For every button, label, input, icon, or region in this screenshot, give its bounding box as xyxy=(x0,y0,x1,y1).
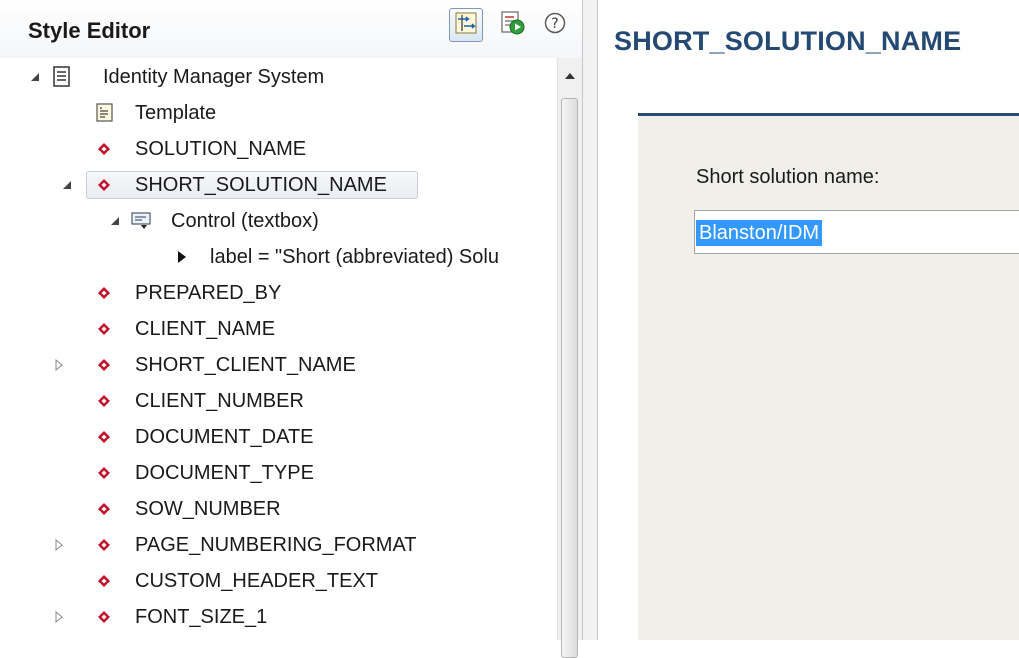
tree-item-sow-number[interactable]: SOW_NUMBER xyxy=(0,492,557,526)
diamond-icon xyxy=(92,456,116,490)
tree-item-prepared-by[interactable]: PREPARED_BY xyxy=(0,276,557,310)
tree-item-label-property[interactable]: label = "Short (abbreviated) Solu xyxy=(0,240,557,274)
link-with-editor-icon xyxy=(454,11,478,40)
diamond-icon xyxy=(92,132,116,166)
diamond-icon xyxy=(92,600,116,634)
tree-item-client-number[interactable]: CLIENT_NUMBER xyxy=(0,384,557,418)
style-editor-pane: Style Editor ? Identity Manager System T… xyxy=(0,0,582,658)
tree-item-label: DOCUMENT_DATE xyxy=(135,426,314,448)
scroll-up-arrow-icon[interactable] xyxy=(558,62,582,90)
form-title: SHORT_SOLUTION_NAME xyxy=(614,26,962,56)
svg-text:?: ? xyxy=(551,16,558,32)
tree-item-label: PAGE_NUMBERING_FORMAT xyxy=(135,534,417,556)
tree-item-label: FONT_SIZE_1 xyxy=(135,606,268,628)
diamond-icon xyxy=(92,492,116,526)
collapsed-triangle-icon[interactable] xyxy=(52,600,66,634)
help-button[interactable]: ? xyxy=(538,8,572,42)
selected-input-text: Blanston/IDM xyxy=(696,220,823,246)
tree-item-short-client-name[interactable]: SHORT_CLIENT_NAME xyxy=(0,348,557,382)
collapsed-triangle-icon[interactable] xyxy=(175,240,189,274)
tree-item-control-textbox[interactable]: Control (textbox) xyxy=(0,204,557,238)
tree-item-short-solution-name[interactable]: SHORT_SOLUTION_NAME xyxy=(0,168,557,202)
tree-item-solution-name[interactable]: SOLUTION_NAME xyxy=(0,132,557,166)
expanded-triangle-icon[interactable] xyxy=(28,60,42,94)
pane-title: Style Editor xyxy=(28,18,151,43)
tree-item-page-numbering-format[interactable]: PAGE_NUMBERING_FORMAT xyxy=(0,528,557,562)
tree-item-custom-header-text[interactable]: CUSTOM_HEADER_TEXT xyxy=(0,564,557,598)
expanded-triangle-icon[interactable] xyxy=(60,168,74,202)
scrollbar-thumb[interactable] xyxy=(561,98,578,658)
field-label: Short solution name: xyxy=(696,166,880,188)
pane-header: Style Editor ? xyxy=(0,0,582,58)
textbox-control-icon xyxy=(129,204,153,238)
diamond-icon xyxy=(92,312,116,346)
form-preview-pane: SHORT_SOLUTION_NAME Short solution name:… xyxy=(598,0,1019,640)
tree-item-document-date[interactable]: DOCUMENT_DATE xyxy=(0,420,557,454)
tree-item-label: PREPARED_BY xyxy=(135,282,282,304)
form-body: Short solution name: Blanston/IDM xyxy=(638,116,1019,640)
diamond-icon xyxy=(92,348,116,382)
tree-item-label: Control (textbox) xyxy=(171,210,319,232)
diamond-icon xyxy=(92,528,116,562)
run-preview-icon xyxy=(500,10,526,41)
link-with-editor-button[interactable] xyxy=(449,8,483,42)
diamond-icon xyxy=(92,276,116,310)
tree-item-client-name[interactable]: CLIENT_NAME xyxy=(0,312,557,346)
tree-item-label: label = "Short (abbreviated) Solu xyxy=(210,246,499,268)
tree-item-label: SOW_NUMBER xyxy=(135,498,281,520)
tree-item-template[interactable]: Template xyxy=(0,96,557,130)
pane-splitter[interactable] xyxy=(582,0,598,640)
tree-item-identity-manager-system[interactable]: Identity Manager System xyxy=(0,60,557,94)
tree-item-label: DOCUMENT_TYPE xyxy=(135,462,314,484)
tree-item-label: CLIENT_NAME xyxy=(135,318,276,340)
tree-item-font-size-1[interactable]: FONT_SIZE_1 xyxy=(0,600,557,634)
tree-item-label: SHORT_CLIENT_NAME xyxy=(135,354,356,376)
tree-item-label: CLIENT_NUMBER xyxy=(135,390,304,412)
run-preview-button[interactable] xyxy=(496,8,530,42)
collapsed-triangle-icon[interactable] xyxy=(52,528,66,562)
tree-item-label: Template xyxy=(135,102,217,124)
diamond-icon xyxy=(92,168,116,202)
tree-item-document-type[interactable]: DOCUMENT_TYPE xyxy=(0,456,557,490)
document-icon xyxy=(50,60,74,94)
vertical-scrollbar[interactable] xyxy=(557,58,582,658)
help-icon: ? xyxy=(543,11,567,40)
collapsed-triangle-icon[interactable] xyxy=(52,348,66,382)
diamond-icon xyxy=(92,420,116,454)
tree-item-label: CUSTOM_HEADER_TEXT xyxy=(135,570,379,592)
tree-item-label: SHORT_SOLUTION_NAME xyxy=(135,174,387,196)
diamond-icon xyxy=(92,564,116,598)
expanded-triangle-icon[interactable] xyxy=(108,204,122,238)
template-icon xyxy=(93,96,117,130)
tree-item-label: Identity Manager System xyxy=(103,66,325,88)
tree-item-label: SOLUTION_NAME xyxy=(135,138,307,160)
style-tree: Identity Manager System Template SOLUTIO… xyxy=(0,58,557,640)
diamond-icon xyxy=(92,384,116,418)
